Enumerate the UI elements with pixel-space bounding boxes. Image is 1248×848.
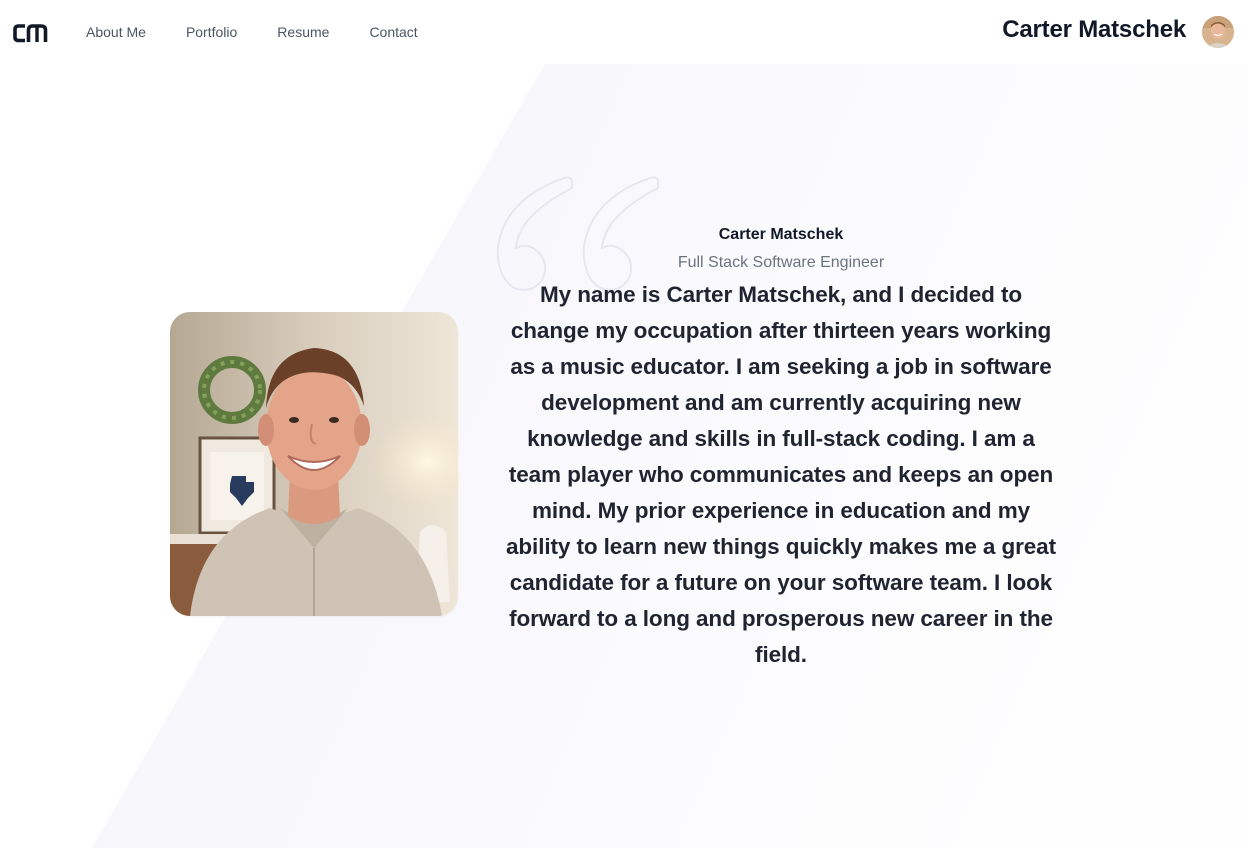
nav-portfolio[interactable]: Portfolio bbox=[166, 18, 257, 46]
nav-contact[interactable]: Contact bbox=[349, 18, 437, 46]
profile-title: Full Stack Software Engineer bbox=[677, 254, 885, 271]
owner-name: Carter Matschek bbox=[1002, 16, 1186, 43]
page: About Me Portfolio Resume Contact Carter… bbox=[0, 0, 1248, 848]
portrait-photo bbox=[170, 312, 458, 616]
site-header: About Me Portfolio Resume Contact Carter… bbox=[0, 0, 1248, 64]
bio-paragraph: My name is Carter Matschek, and I decide… bbox=[506, 282, 1056, 667]
main-nav: About Me Portfolio Resume Contact bbox=[66, 0, 438, 64]
nav-about-me[interactable]: About Me bbox=[66, 18, 166, 46]
nav-resume[interactable]: Resume bbox=[257, 18, 349, 46]
profile-name: Carter Matschek bbox=[718, 226, 844, 243]
cm-logo-icon[interactable] bbox=[13, 18, 49, 46]
avatar[interactable] bbox=[1202, 16, 1234, 48]
